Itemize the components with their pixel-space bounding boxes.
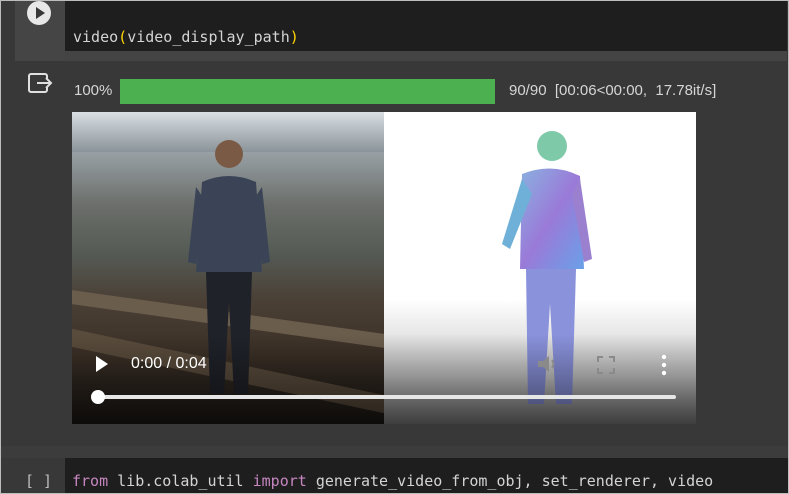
code-scrollbar[interactable] (65, 51, 787, 61)
function-name: video (73, 28, 119, 46)
code-cell-video: video(video_display_path) 100% 90/90 [00… (1, 1, 788, 446)
notebook-frame: video(video_display_path) 100% 90/90 [00… (0, 0, 789, 494)
volume-icon[interactable] (536, 354, 558, 374)
progress-row: 100% 90/90 [00:06<00:00, 17.78it/s] (74, 79, 774, 105)
close-paren: ) (289, 28, 299, 46)
seek-bar[interactable] (98, 395, 676, 399)
more-vertical-icon[interactable] (660, 354, 668, 376)
code-cell-import[interactable]: [ ] from lib.colab_util import generate_… (15, 458, 788, 493)
play-circle-icon[interactable] (27, 1, 51, 25)
seek-handle[interactable] (91, 390, 105, 404)
progress-percent: 100% (74, 82, 113, 99)
fullscreen-icon[interactable] (597, 356, 615, 374)
argument: video_display_path (127, 28, 290, 46)
cell-run-brackets[interactable]: [ ] (25, 472, 52, 490)
imported-names: generate_video_from_obj, set_renderer, v… (306, 472, 714, 490)
keyword-from: from (72, 472, 109, 490)
keyword-import: import (252, 472, 307, 490)
play-icon[interactable] (96, 356, 108, 372)
code-line: video(video_display_path) (73, 28, 299, 46)
code-line: from lib.colab_util import generate_vide… (72, 472, 713, 490)
progress-stats: 90/90 [00:06<00:00, 17.78it/s] (509, 82, 717, 99)
progress-bar (120, 79, 495, 104)
video-player[interactable]: 0:00 / 0:04 (72, 112, 696, 424)
code-editor[interactable]: video(video_display_path) (65, 1, 787, 51)
cell-divider (1, 446, 788, 458)
output-redirect-icon[interactable] (27, 71, 53, 95)
open-paren: ( (118, 28, 128, 46)
progress-bar-fill (120, 79, 495, 104)
module-name: lib.colab_util (108, 472, 253, 490)
video-time: 0:00 / 0:04 (131, 355, 207, 372)
